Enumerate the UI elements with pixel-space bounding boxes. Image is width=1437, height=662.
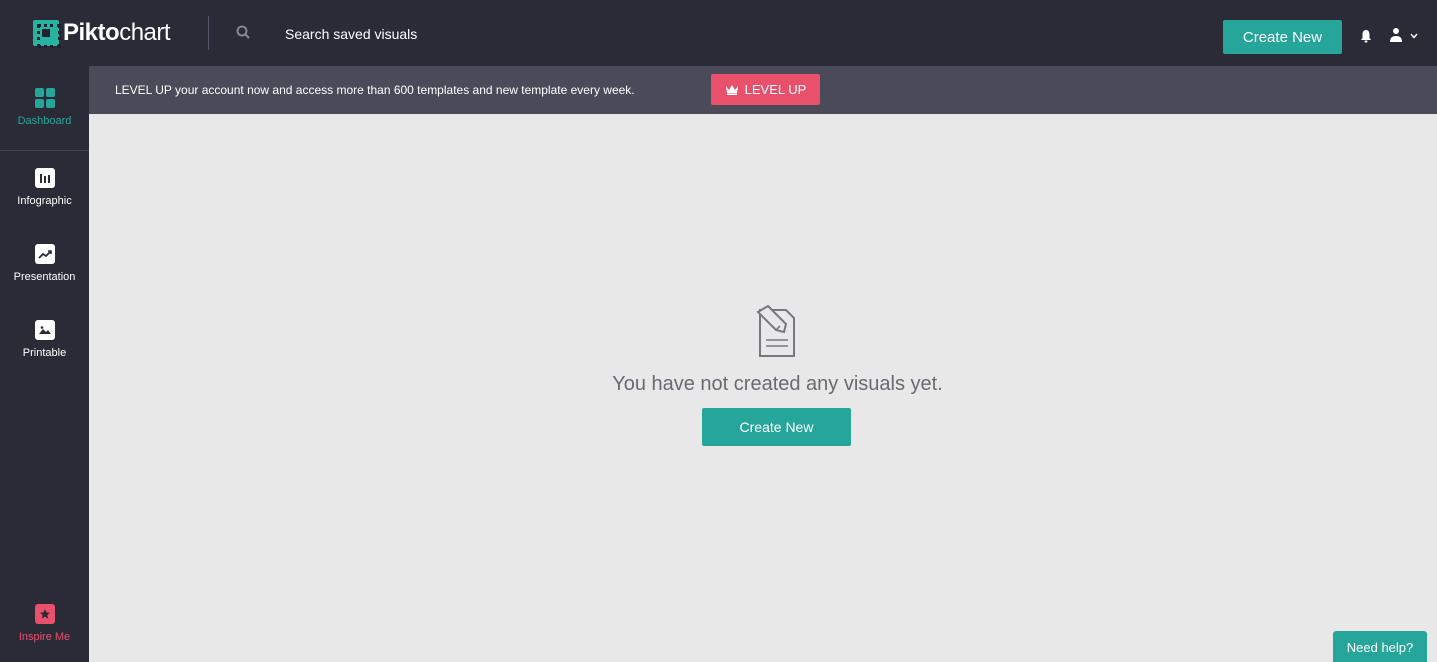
- sidebar-item-presentation[interactable]: Presentation: [0, 244, 89, 284]
- top-bar: Piktochart Search saved visuals Create N…: [0, 0, 1437, 66]
- logo-mark-icon: [33, 20, 61, 48]
- search-input[interactable]: Search saved visuals: [285, 25, 417, 43]
- need-help-button[interactable]: Need help?: [1333, 631, 1427, 662]
- crown-icon: [725, 85, 738, 95]
- image-icon: [34, 320, 55, 340]
- user-icon[interactable]: [1389, 27, 1403, 43]
- level-up-button[interactable]: LEVEL UP: [711, 74, 820, 105]
- dashboard-grid-icon: [34, 88, 55, 108]
- sidebar-divider: [0, 150, 89, 151]
- bar-chart-icon: [34, 168, 55, 188]
- sidebar-item-dashboard[interactable]: Dashboard: [0, 88, 89, 128]
- sidebar-item-infographic[interactable]: Infographic: [0, 168, 89, 208]
- sidebar-item-label: Printable: [22, 347, 67, 359]
- sidebar-item-label: Presentation: [13, 271, 76, 283]
- create-new-button[interactable]: Create New: [702, 408, 851, 446]
- main-content: You have not created any visuals yet. Cr…: [89, 114, 1437, 662]
- logo-text-light: chart: [119, 19, 171, 46]
- level-up-banner: LEVEL UP your account now and access mor…: [89, 66, 1437, 114]
- trend-chart-icon: [34, 244, 55, 264]
- empty-state-message: You have not created any visuals yet.: [612, 373, 943, 395]
- banner-text: LEVEL UP your account now and access mor…: [115, 83, 635, 97]
- sidebar-item-label: Dashboard: [17, 115, 72, 127]
- sidebar: Dashboard Infographic Presentation Print…: [0, 66, 89, 662]
- logo-text-bold: Pikto: [63, 19, 120, 46]
- chevron-down-icon[interactable]: [1410, 33, 1418, 39]
- sidebar-item-label: Inspire Me: [18, 631, 71, 643]
- bell-icon[interactable]: [1360, 29, 1372, 43]
- search-icon[interactable]: [236, 25, 250, 39]
- sidebar-item-inspire-me[interactable]: Inspire Me: [0, 604, 89, 644]
- level-up-label: LEVEL UP: [744, 82, 807, 97]
- create-new-button[interactable]: Create New: [1223, 20, 1342, 54]
- star-icon: [34, 604, 55, 624]
- sidebar-item-label: Infographic: [17, 195, 72, 207]
- header-divider: [208, 16, 209, 50]
- sidebar-item-printable[interactable]: Printable: [0, 320, 89, 360]
- document-edit-icon: [756, 304, 795, 357]
- piktochart-logo[interactable]: Piktochart: [33, 19, 171, 48]
